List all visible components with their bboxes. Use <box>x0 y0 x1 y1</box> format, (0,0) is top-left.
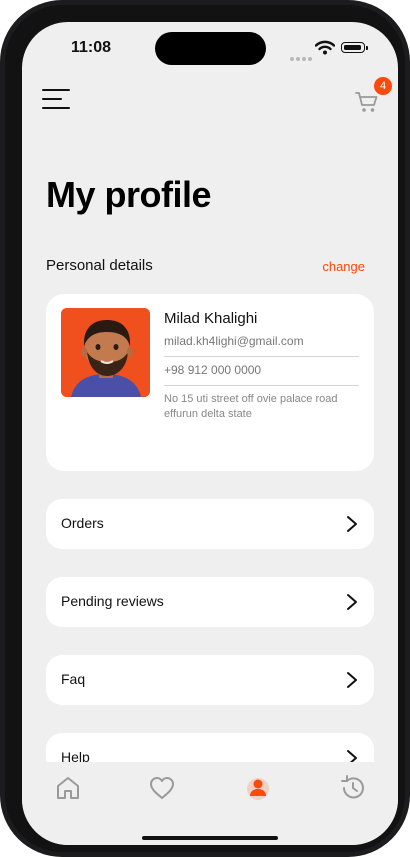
tab-profile[interactable] <box>242 772 274 804</box>
heart-icon <box>150 777 174 799</box>
avatar-illustration <box>61 308 150 397</box>
page-title: My profile <box>46 174 212 215</box>
cart-count-badge: 4 <box>374 77 392 95</box>
avatar <box>61 308 150 397</box>
chevron-right-icon <box>347 516 357 532</box>
tab-home[interactable] <box>52 772 84 804</box>
home-indicator[interactable] <box>142 836 278 840</box>
app-screen: 11:08 4 My profile Personal details chan… <box>22 22 398 845</box>
user-email: milad.kh4lighi@gmail.com <box>164 334 304 348</box>
phone-bezel: 11:08 4 My profile Personal details chan… <box>5 5 405 852</box>
menu-item-faq[interactable]: Faq <box>46 655 374 705</box>
history-icon <box>341 775 364 799</box>
personal-details-heading: Personal details <box>46 257 153 274</box>
user-name: Milad Khalighi <box>164 310 258 327</box>
battery-icon <box>341 42 368 53</box>
tab-history[interactable] <box>337 772 369 804</box>
wifi-icon <box>315 40 335 55</box>
menu-icon[interactable] <box>42 89 70 111</box>
chevron-right-icon <box>347 672 357 688</box>
menu-item-label: Orders <box>61 515 104 531</box>
dynamic-island <box>155 32 266 65</box>
user-phone: +98 912 000 0000 <box>164 363 262 377</box>
user-icon <box>247 778 269 800</box>
divider <box>164 385 359 386</box>
user-address: No 15 uti street off ovie palace road ef… <box>164 393 338 420</box>
menu-item-pending-reviews[interactable]: Pending reviews <box>46 577 374 627</box>
status-time: 11:08 <box>71 39 112 56</box>
menu-item-label: Pending reviews <box>61 593 164 609</box>
phone-frame: 11:08 4 My profile Personal details chan… <box>0 0 410 857</box>
cart-button[interactable]: 4 <box>352 77 392 118</box>
cart-icon <box>355 92 378 112</box>
divider <box>164 356 359 357</box>
tab-favorites[interactable] <box>146 772 178 804</box>
cellular-signal-icon <box>290 48 314 66</box>
bottom-tab-bar <box>22 762 398 845</box>
change-details-link[interactable]: change <box>322 259 365 274</box>
menu-item-orders[interactable]: Orders <box>46 499 374 549</box>
home-icon <box>57 777 79 799</box>
chevron-right-icon <box>347 594 357 610</box>
profile-card: Milad Khalighi milad.kh4lighi@gmail.com … <box>46 294 374 471</box>
menu-item-label: Faq <box>61 671 86 687</box>
